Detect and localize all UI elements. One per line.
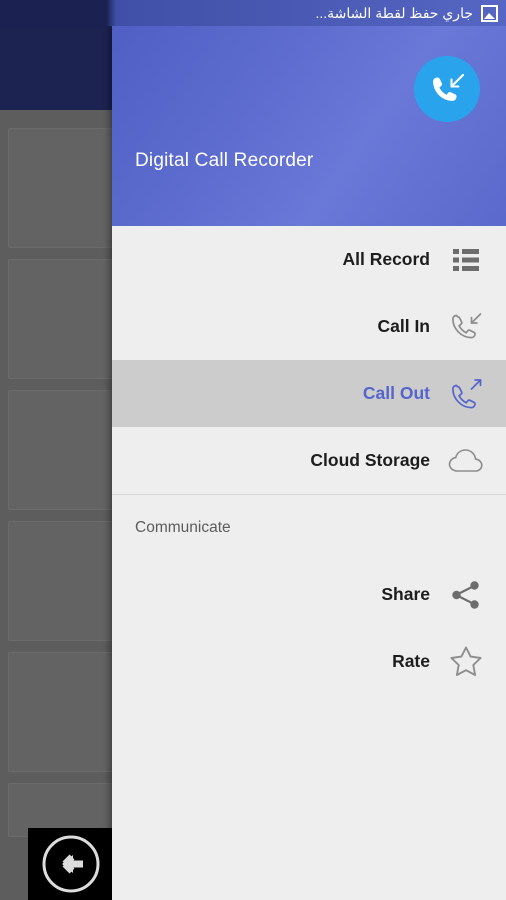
- drawer-item-cloud-storage[interactable]: Cloud Storage: [112, 427, 506, 494]
- drawer-item-label: Cloud Storage: [310, 450, 430, 470]
- navigation-drawer: Digital Call Recorder All Record Call In…: [112, 26, 506, 900]
- drawer-item-share[interactable]: Share: [112, 561, 506, 628]
- drawer-item-call-in[interactable]: Call In: [112, 293, 506, 360]
- drawer-item-label: Share: [381, 584, 430, 604]
- drawer-item-all-record[interactable]: All Record: [112, 226, 506, 293]
- drawer-item-label: All Record: [342, 249, 430, 269]
- status-bar: جاري حفظ لقطة الشاشة...: [0, 0, 506, 26]
- drawer-item-call-out[interactable]: Call Out: [112, 360, 506, 427]
- drawer-section-header-communicate: Communicate: [135, 519, 231, 536]
- back-arrow-circle-icon[interactable]: [28, 828, 113, 900]
- phone-outgoing-icon: [444, 372, 488, 416]
- drawer-item-label: Call Out: [362, 383, 430, 403]
- status-bar-text: جاري حفظ لقطة الشاشة...: [315, 4, 474, 21]
- app-title: Digital Call Recorder: [135, 150, 314, 171]
- drawer-header: Digital Call Recorder: [112, 26, 506, 226]
- drawer-item-rate[interactable]: Rate: [112, 628, 506, 695]
- star-outline-icon: [444, 640, 488, 684]
- share-icon: [444, 573, 488, 617]
- phone-incoming-icon: [414, 56, 480, 122]
- image-icon: [481, 4, 498, 22]
- phone-incoming-icon: [444, 305, 488, 349]
- cloud-icon: [444, 439, 488, 483]
- drawer-menu-group-communicate: Communicate Share Rate: [112, 495, 506, 695]
- list-record-icon: [444, 238, 488, 282]
- drawer-item-label: Call In: [377, 316, 430, 336]
- drawer-item-label: Rate: [392, 651, 430, 671]
- screen-root: جاري حفظ لقطة الشاشة... Digital Call Rec…: [0, 0, 506, 900]
- drawer-menu-group-main: All Record Call In Call Out Cloud Storag…: [112, 226, 506, 494]
